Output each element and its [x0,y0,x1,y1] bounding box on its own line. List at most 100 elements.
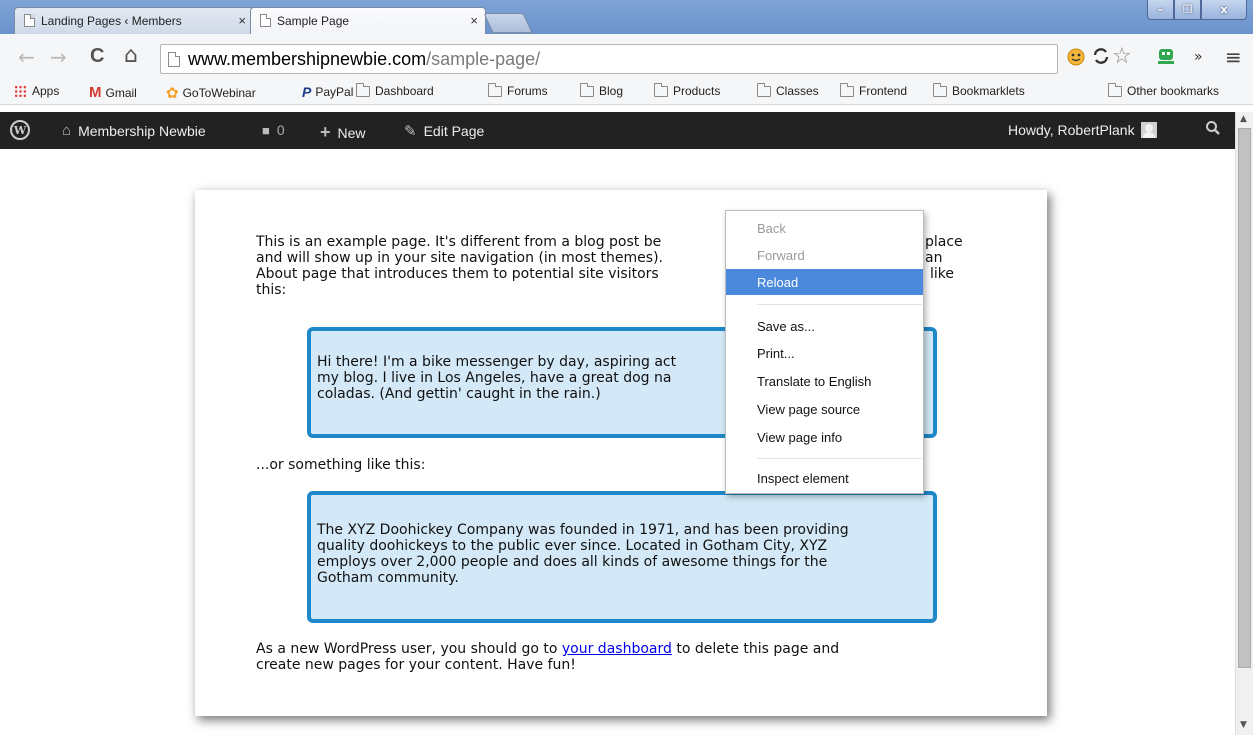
folder-icon [933,82,947,97]
bookmark-label: Blog [599,84,624,98]
folder-icon [580,82,594,97]
tab-close-icon[interactable]: × [238,13,246,28]
gotowebinar-icon: ✿ [166,85,179,102]
bookmark-label: Classes [776,84,819,98]
middle-text: ...or something like this: [256,457,426,473]
tab-title: Landing Pages ‹ Members [41,13,182,28]
folder-icon [356,82,370,97]
folder-icon [757,82,771,97]
minimize-button[interactable]: – [1147,0,1174,20]
paypal-icon: P [302,84,312,100]
title-bar: Landing Pages ‹ Members × Sample Page × … [0,0,1253,34]
intro-fragment: place [925,234,963,250]
menu-item-reload[interactable]: Reload [726,269,923,295]
wp-comments[interactable]: ■ 0 [262,122,285,138]
scroll-down-arrow-icon[interactable]: ▼ [1240,720,1247,730]
chrome-menu-icon[interactable]: ≡ [1225,45,1242,69]
quote-box-xyz-company: The XYZ Doohickey Company was founded in… [307,491,937,623]
vertical-scrollbar[interactable]: ▲ ▼ [1235,112,1253,735]
window-controls: – ❐ x [1147,0,1247,20]
edit-page-label: Edit Page [423,123,485,139]
site-name-label: Membership Newbie [78,122,206,139]
intro-paragraph: This is an example page. It's different … [256,234,663,298]
reload-icon[interactable]: C [90,45,104,68]
menu-item-print[interactable]: Print... [726,340,923,366]
intro-fragment: an [925,250,943,266]
menu-item-save-as[interactable]: Save as... [726,313,923,339]
avatar [1140,122,1157,138]
tab-landing-pages[interactable]: Landing Pages ‹ Members × [14,7,254,34]
bookmark-label: Bookmarklets [952,84,1025,98]
wp-edit-page[interactable]: ✎ Edit Page [404,122,484,140]
forward-arrow-icon[interactable]: → [50,45,67,69]
tab-title: Sample Page [277,13,350,28]
scroll-thumb[interactable] [1238,128,1251,668]
comment-bubble-icon: ■ [262,122,270,138]
folder-icon [488,82,502,97]
home-icon: ⌂ [62,122,72,139]
new-tab-button[interactable] [483,13,533,33]
back-arrow-icon[interactable]: ← [18,45,35,69]
menu-separator [757,458,922,459]
bookmark-star-icon[interactable]: ☆ [1112,44,1132,69]
menu-item-view-page-info[interactable]: View page info [726,424,923,450]
page-icon [260,14,271,27]
close-window-button[interactable]: x [1201,0,1247,20]
bookmark-label: Dashboard [375,84,434,98]
wp-account-menu[interactable]: Howdy, RobertPlank [1008,122,1157,138]
scroll-up-arrow-icon[interactable]: ▲ [1240,114,1247,124]
home-icon[interactable]: ⌂ [124,43,138,68]
extension-robot-icon[interactable] [1156,46,1176,71]
folder-icon [1108,82,1122,97]
bookmark-label: GoToWebinar [182,86,256,100]
page-icon [24,14,35,27]
bookmark-folder-frontend[interactable]: Frontend [840,82,908,98]
extension-face-icon[interactable] [1066,47,1086,72]
bookmark-folder-products[interactable]: Products [654,82,720,98]
wp-search[interactable] [1205,120,1221,136]
quote-text: The XYZ Doohickey Company was founded in… [317,522,849,586]
pencil-icon: ✎ [404,123,417,140]
wordpress-logo-icon: W [10,120,30,140]
address-bar[interactable]: www.membershipnewbie.com/sample-page/ [160,44,1058,74]
comments-count: 0 [276,122,285,138]
tab-sample-page[interactable]: Sample Page × [250,7,486,34]
wp-new-content[interactable]: + New [320,122,366,143]
menu-item-inspect-element[interactable]: Inspect element [726,465,923,491]
bookmark-label: Forums [507,84,548,98]
wp-logo-menu[interactable]: W [10,120,30,140]
bookmark-gotowebinar[interactable]: ✿ GoToWebinar [166,84,256,102]
dashboard-link[interactable]: your dashboard [562,641,672,657]
bookmark-label: PayPal [315,85,354,99]
more-extensions-icon[interactable]: » [1194,49,1203,65]
bookmark-gmail[interactable]: M Gmail [89,84,137,101]
menu-item-back[interactable]: Back [726,215,923,241]
search-icon [1206,121,1220,135]
gmail-icon: M [89,84,102,101]
bookmark-label: Frontend [859,84,908,98]
tab-close-icon[interactable]: × [470,13,478,28]
url-text[interactable]: www.membershipnewbie.com/sample-page/ [188,49,540,70]
bookmark-other-bookmarks[interactable]: Other bookmarks [1108,82,1220,98]
bookmark-folder-classes[interactable]: Classes [757,82,819,98]
folder-icon [654,82,668,97]
wp-admin-bar: W ⌂ Membership Newbie ■ 0 + New ✎ Edit P… [0,112,1235,149]
bookmark-folder-dashboard[interactable]: Dashboard [356,82,434,98]
menu-item-view-source[interactable]: View page source [726,396,923,422]
bookmark-folder-blog[interactable]: Blog [580,82,624,98]
menu-item-forward[interactable]: Forward [726,242,923,268]
bookmark-folder-forums[interactable]: Forums [488,82,548,98]
menu-item-translate[interactable]: Translate to English [726,368,923,394]
bookmark-paypal[interactable]: P PayPal [302,84,353,100]
bookmark-apps[interactable]: Apps [14,84,59,98]
bookmark-label: Other bookmarks [1127,84,1220,98]
wp-site-name[interactable]: ⌂ Membership Newbie [62,122,206,139]
maximize-button[interactable]: ❐ [1174,0,1201,20]
outro-paragraph: As a new WordPress user, you should go t… [256,641,840,673]
bookmark-label: Apps [32,84,60,98]
sync-icon[interactable] [1092,46,1110,71]
bookmarks-bar: Apps M Gmail ✿ GoToWebinar P PayPal Dash… [0,79,1253,105]
bookmark-folder-bookmarklets[interactable]: Bookmarklets [933,82,1025,98]
menu-separator [757,304,922,305]
context-menu: Back Forward Reload Save as... Print... … [725,210,924,494]
